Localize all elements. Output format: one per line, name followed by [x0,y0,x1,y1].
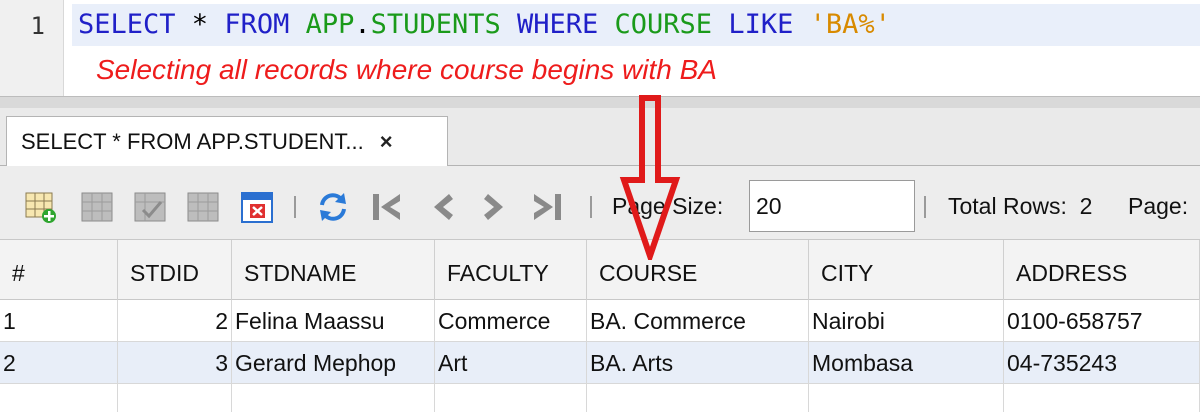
close-icon[interactable]: × [380,129,393,155]
result-toolbar: Page Size: Total Rows: 2 Page: [0,166,1200,240]
result-tab-label: SELECT * FROM APP.STUDENT... [21,129,364,154]
sql-space [501,9,517,40]
page-label: Page: [1128,193,1189,219]
previous-page-icon[interactable] [425,190,459,224]
total-rows-label: Total Rows: [948,193,1067,219]
sql-keyword-from: FROM [224,9,290,40]
result-tab-strip: SELECT * FROM APP.STUDENT... × [0,108,1200,167]
line-number-gutter: 1 [0,0,64,96]
sql-query-line[interactable]: SELECT * FROM APP.STUDENTS WHERE COURSE … [72,4,1200,46]
next-page-icon[interactable] [478,190,512,224]
sql-star: * [175,9,225,40]
sql-dot: . [354,9,371,40]
sql-schema: APP [305,9,355,40]
refresh-icon[interactable] [316,190,350,224]
sql-editor[interactable]: 1 SELECT * FROM APP.STUDENTS WHERE COURS… [0,0,1200,96]
total-rows: Total Rows: 2 [948,193,1092,220]
cell-course[interactable]: BA. Commerce [587,300,809,342]
annotation-text: Selecting all records where course begin… [96,54,717,85]
empty-cell [587,384,809,412]
insert-record-icon[interactable] [24,190,58,224]
cell-stdname[interactable]: Gerard Mephop [232,342,435,384]
column-header-stdname[interactable]: STDNAME [232,240,435,300]
empty-cell [232,384,435,412]
cell-course[interactable]: BA. Arts [587,342,809,384]
page-size-label: Page Size: [612,193,724,219]
column-header-course[interactable]: COURSE [587,240,809,300]
cell-stdname[interactable]: Felina Maassu [232,300,435,342]
sql-space [289,9,305,40]
toolbar-separator [590,196,592,218]
table-row[interactable]: 1 2 Felina Maassu Commerce BA. Commerce … [0,300,1200,342]
empty-cell [118,384,232,412]
last-page-icon[interactable] [530,190,564,224]
empty-row [0,384,1200,412]
sql-pattern-string: 'BA%' [809,9,891,40]
cell-faculty[interactable]: Commerce [435,300,587,342]
sql-space [712,9,728,40]
cell-rownum[interactable]: 2 [0,342,118,384]
sql-keyword-select: SELECT [78,9,176,40]
sql-space [598,9,614,40]
empty-cell [1004,384,1200,412]
cell-city[interactable]: Nairobi [809,300,1004,342]
line-number: 1 [30,12,45,40]
grid-header-row: # STDID STDNAME FACULTY COURSE CITY ADDR… [0,240,1200,300]
empty-cell [0,384,118,412]
splitter[interactable] [0,96,1200,108]
column-header-rownum[interactable]: # [0,240,118,300]
cell-stdid[interactable]: 2 [118,300,232,342]
sql-keyword-like: LIKE [728,9,794,40]
sql-space [793,9,809,40]
table-row[interactable]: 2 3 Gerard Mephop Art BA. Arts Mombasa 0… [0,342,1200,384]
toolbar-separator [924,196,926,218]
column-header-faculty[interactable]: FACULTY [435,240,587,300]
commit-record-icon[interactable] [133,190,167,224]
page-size-input[interactable] [749,180,915,232]
sql-table: STUDENTS [370,9,501,40]
empty-cell [809,384,1004,412]
cell-rownum[interactable]: 1 [0,300,118,342]
first-page-icon[interactable] [370,190,404,224]
result-tab[interactable]: SELECT * FROM APP.STUDENT... × [6,116,448,167]
cell-faculty[interactable]: Art [435,342,587,384]
total-rows-value: 2 [1079,193,1093,219]
cell-address[interactable]: 0100-658757 [1004,300,1200,342]
delete-record-icon[interactable] [80,190,114,224]
toolbar-separator [294,196,296,218]
truncate-table-icon[interactable] [240,190,274,224]
cell-city[interactable]: Mombasa [809,342,1004,384]
column-header-city[interactable]: CITY [809,240,1004,300]
result-grid[interactable]: # STDID STDNAME FACULTY COURSE CITY ADDR… [0,240,1200,412]
column-header-address[interactable]: ADDRESS [1004,240,1200,300]
sql-column: COURSE [614,9,713,40]
cancel-edits-icon[interactable] [186,190,220,224]
empty-cell [435,384,587,412]
column-header-stdid[interactable]: STDID [118,240,232,300]
cell-address[interactable]: 04-735243 [1004,342,1200,384]
cell-stdid[interactable]: 3 [118,342,232,384]
sql-keyword-where: WHERE [516,9,599,40]
